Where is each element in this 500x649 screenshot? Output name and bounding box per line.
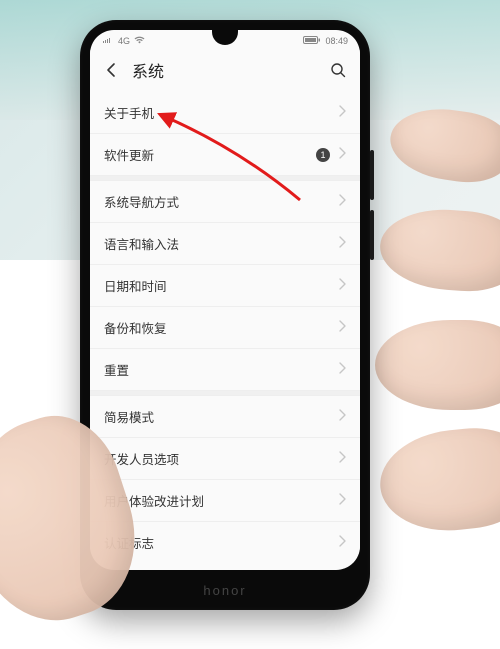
settings-item-user-experience[interactable]: 用户体验改进计划 (90, 480, 360, 522)
brand-logo: honor (80, 570, 370, 610)
item-right (338, 277, 346, 295)
item-label: 日期和时间 (104, 276, 167, 295)
back-button[interactable] (102, 60, 122, 80)
chevron-right-icon (338, 534, 346, 552)
chevron-right-icon (338, 361, 346, 379)
item-right: 1 (316, 146, 346, 164)
item-right (338, 361, 346, 379)
chevron-right-icon (338, 408, 346, 426)
item-label: 系统导航方式 (104, 192, 179, 211)
chevron-right-icon (338, 146, 346, 164)
item-right (338, 104, 346, 122)
clock-label: 08:49 (325, 36, 348, 46)
arrow-left-icon (104, 62, 120, 78)
phone-screen: 4G 08:49 系统 (90, 30, 360, 570)
item-label: 语言和输入法 (104, 234, 179, 253)
item-right (338, 235, 346, 253)
settings-item-certification[interactable]: 认证标志 (90, 522, 360, 563)
chevron-right-icon (338, 193, 346, 211)
chevron-right-icon (338, 450, 346, 468)
item-label: 用户体验改进计划 (104, 491, 204, 510)
item-label: 开发人员选项 (104, 449, 179, 468)
item-label: 认证标志 (104, 533, 154, 552)
phone-frame: 4G 08:49 系统 (80, 20, 370, 610)
settings-item-software-update[interactable]: 软件更新 1 (90, 134, 360, 175)
chevron-right-icon (338, 277, 346, 295)
settings-item-simple-mode[interactable]: 简易模式 (90, 396, 360, 438)
item-label: 备份和恢复 (104, 318, 167, 337)
wifi-icon (134, 36, 145, 46)
settings-item-language-input[interactable]: 语言和输入法 (90, 223, 360, 265)
item-right (338, 319, 346, 337)
settings-list: 关于手机软件更新 1 系统导航方式语言和输入法日期和时间备份和恢复重置简易模式开发人… (90, 92, 360, 563)
item-label: 简易模式 (104, 407, 154, 426)
item-label: 软件更新 (104, 145, 154, 164)
settings-item-system-navigation[interactable]: 系统导航方式 (90, 181, 360, 223)
item-right (338, 193, 346, 211)
settings-item-backup-restore[interactable]: 备份和恢复 (90, 307, 360, 349)
chevron-right-icon (338, 104, 346, 122)
chevron-right-icon (338, 235, 346, 253)
item-right (338, 450, 346, 468)
volume-down-button (370, 210, 374, 260)
chevron-right-icon (338, 492, 346, 510)
signal-icon (102, 36, 114, 46)
settings-item-reset[interactable]: 重置 (90, 349, 360, 390)
item-right (338, 534, 346, 552)
settings-item-about-phone[interactable]: 关于手机 (90, 92, 360, 134)
network-label: 4G (118, 36, 130, 46)
item-label: 重置 (104, 360, 129, 379)
search-button[interactable] (328, 60, 348, 80)
item-right (338, 492, 346, 510)
item-right (338, 408, 346, 426)
battery-icon (303, 36, 321, 46)
settings-item-date-time[interactable]: 日期和时间 (90, 265, 360, 307)
page-header: 系统 (90, 50, 360, 92)
page-title: 系统 (132, 58, 318, 82)
settings-item-developer-options[interactable]: 开发人员选项 (90, 438, 360, 480)
search-icon (330, 62, 346, 78)
item-label: 关于手机 (104, 103, 154, 122)
volume-up-button (370, 150, 374, 200)
notification-badge: 1 (316, 148, 330, 162)
chevron-right-icon (338, 319, 346, 337)
